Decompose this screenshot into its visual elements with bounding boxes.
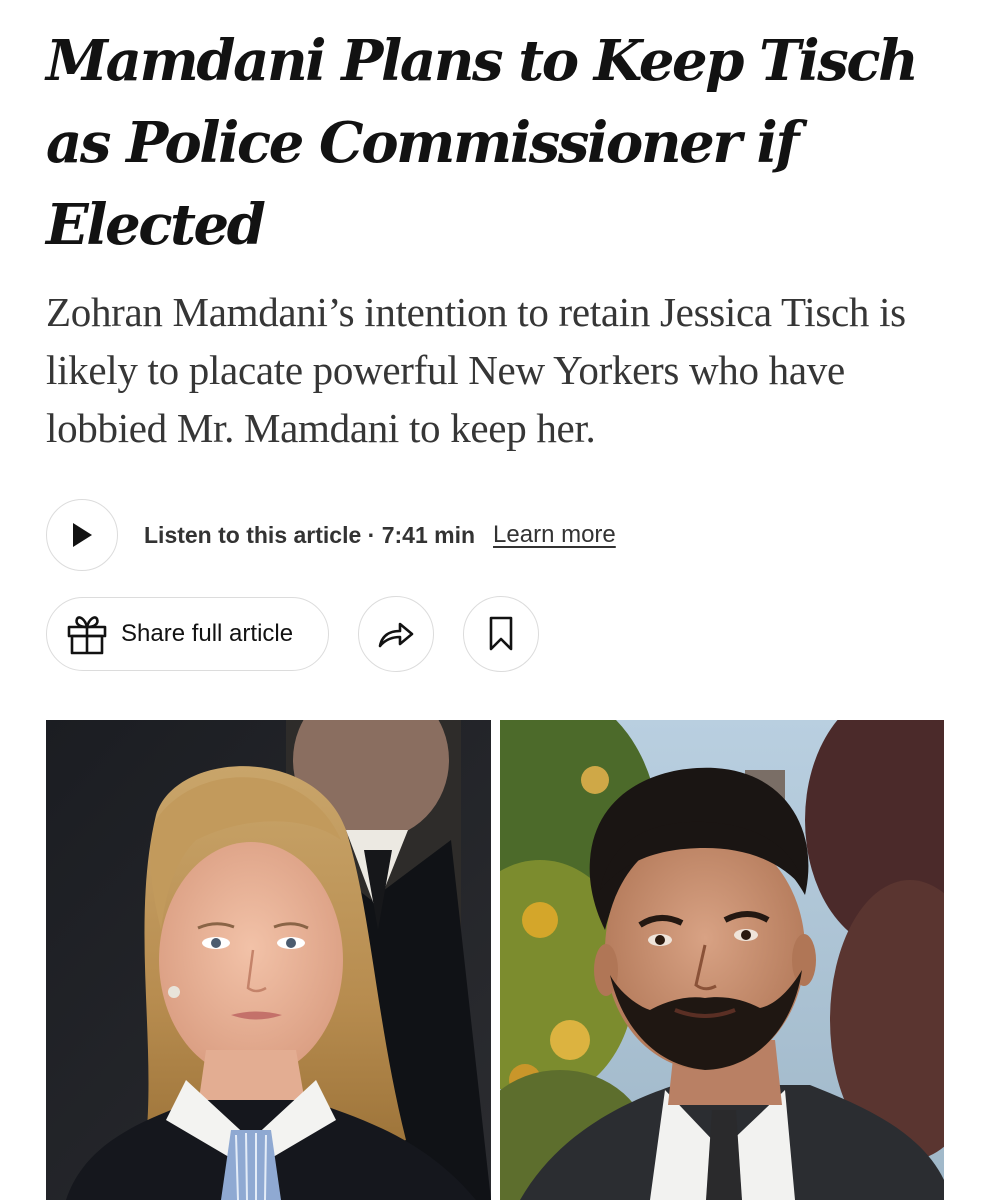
photo-mamdani (500, 720, 944, 1200)
listen-label: Listen to this article · 7:41 min (144, 521, 476, 548)
share-arrow-icon (378, 622, 414, 648)
learn-more-link[interactable]: Learn more (493, 521, 616, 549)
bookmark-icon (489, 616, 513, 651)
share-full-article-label: Share full article (121, 620, 294, 647)
save-button[interactable] (463, 596, 539, 672)
article-headline: Mamdani Plans to Keep Tisch as Police Co… (46, 28, 919, 258)
article-summary: Zohran Mamdani’s intention to retain Jes… (46, 289, 906, 451)
play-icon (73, 523, 92, 547)
photo-tisch (46, 720, 491, 1200)
audio-player: Listen to this article · 7:41 min Learn … (46, 498, 616, 572)
share-full-article-button[interactable]: Share full article (46, 597, 329, 671)
gift-icon (67, 616, 107, 655)
play-button[interactable] (46, 499, 118, 571)
share-button[interactable] (358, 596, 434, 672)
article-actions: Share full article (46, 596, 539, 672)
